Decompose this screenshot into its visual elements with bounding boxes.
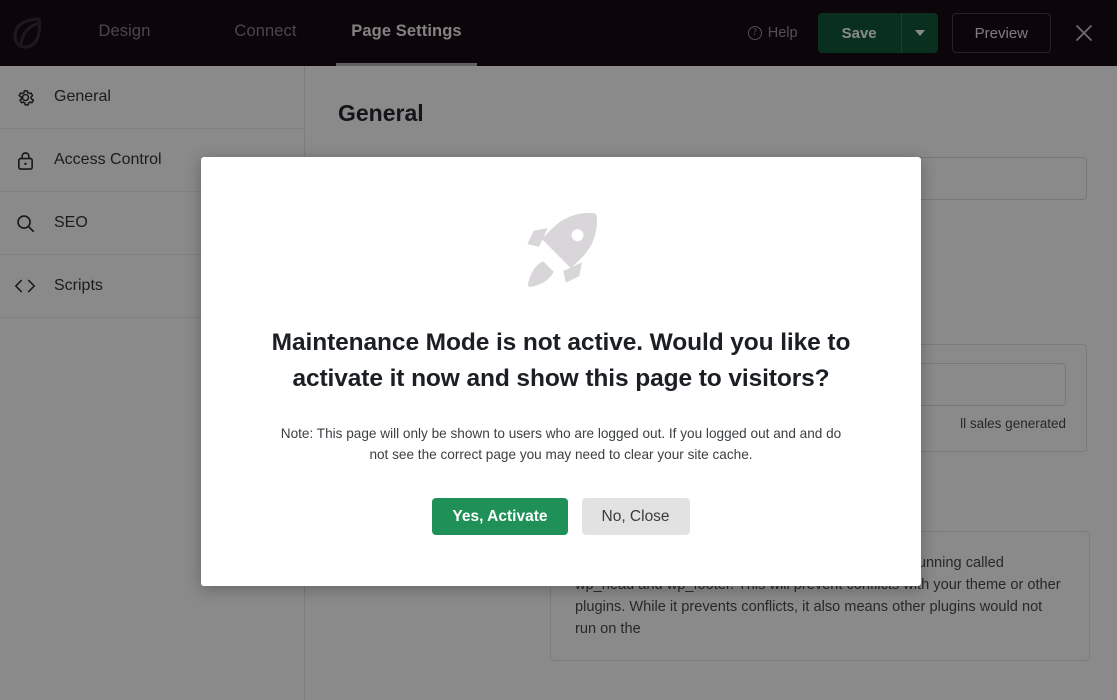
rocket-icon: [259, 197, 863, 301]
modal-heading: Maintenance Mode is not active. Would yo…: [271, 329, 851, 392]
modal-actions: Yes, Activate No, Close: [259, 498, 863, 535]
maintenance-mode-modal: Maintenance Mode is not active. Would yo…: [201, 157, 921, 586]
modal-note: Note: This page will only be shown to us…: [280, 426, 842, 462]
no-close-button[interactable]: No, Close: [581, 498, 690, 535]
yes-activate-button[interactable]: Yes, Activate: [432, 498, 568, 535]
